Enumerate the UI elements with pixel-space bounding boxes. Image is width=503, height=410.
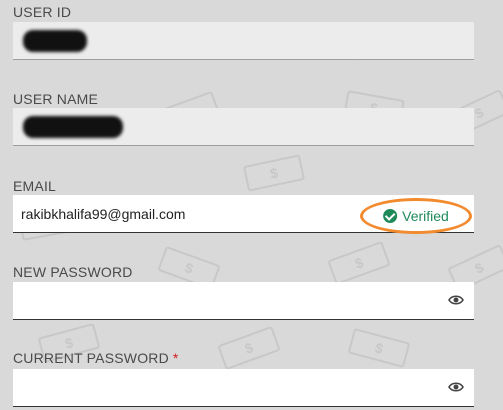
- required-marker: *: [172, 350, 179, 366]
- current-password-label: CURRENT PASSWORD *: [13, 350, 179, 366]
- new-password-field[interactable]: [13, 282, 474, 320]
- eye-icon[interactable]: [448, 294, 464, 306]
- user-id-label: USER ID: [13, 4, 72, 20]
- new-password-label: NEW PASSWORD: [13, 264, 133, 280]
- user-name-field: [13, 108, 474, 146]
- current-password-field[interactable]: [13, 369, 474, 407]
- check-circle-icon: [383, 209, 398, 223]
- user-id-field: [13, 22, 474, 60]
- eye-icon[interactable]: [448, 381, 464, 393]
- redacted-value: [23, 30, 87, 52]
- user-name-label: USER NAME: [13, 91, 99, 107]
- email-label: EMAIL: [13, 178, 57, 194]
- verified-status: Verified: [402, 208, 449, 224]
- email-value: rakibkhalifa99@gmail.com: [21, 206, 186, 222]
- verified-highlight: Verified: [360, 198, 472, 234]
- current-password-label-text: CURRENT PASSWORD: [13, 350, 169, 366]
- email-field[interactable]: rakibkhalifa99@gmail.com Verified: [13, 195, 474, 234]
- redacted-value: [23, 116, 123, 138]
